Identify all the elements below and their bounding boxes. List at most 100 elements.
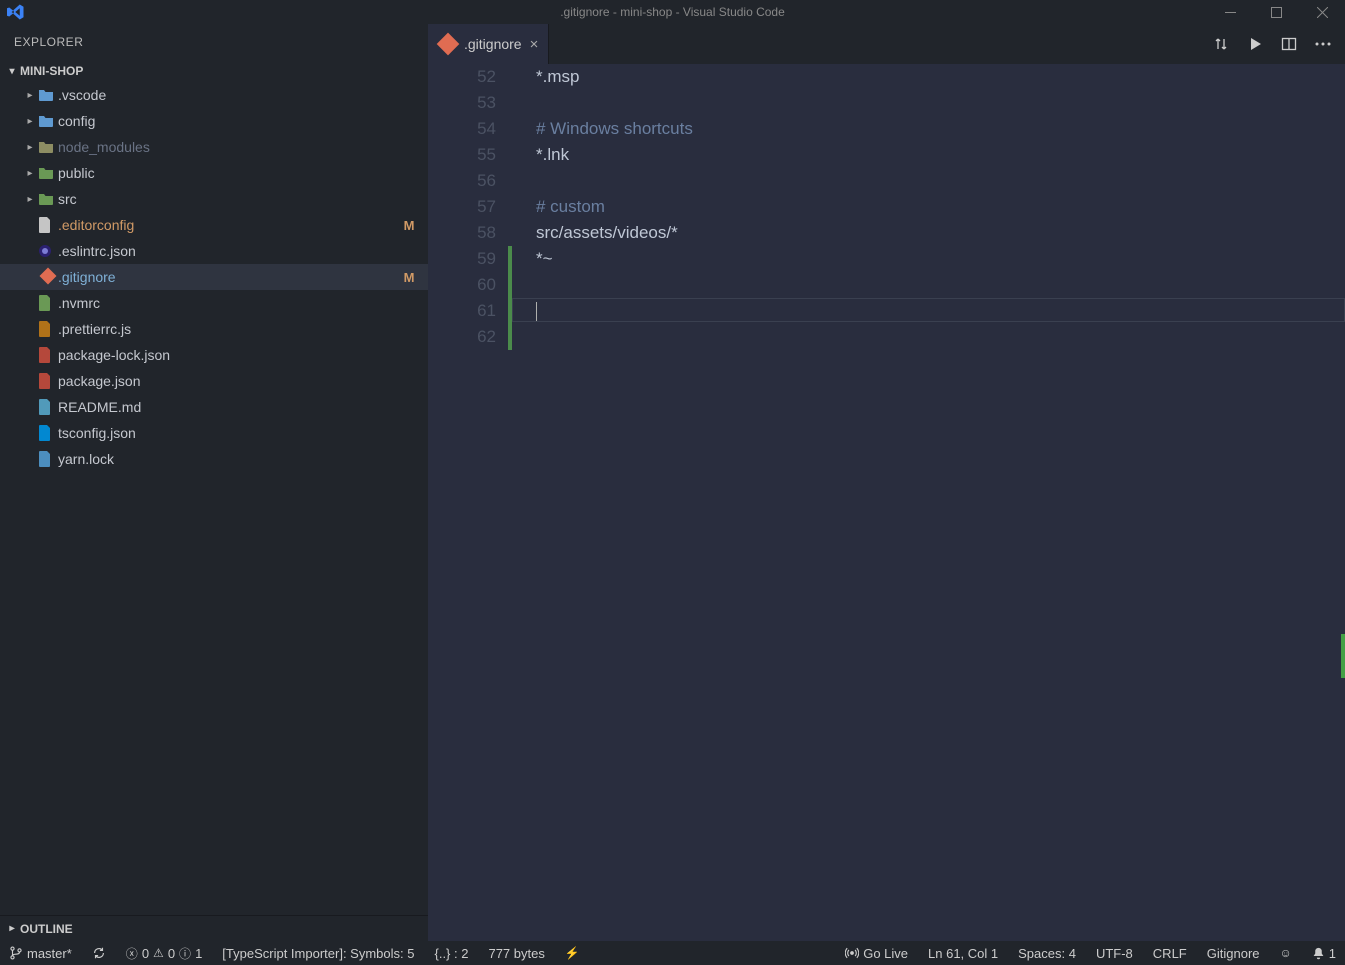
minimap-diff-marker: [1341, 634, 1345, 678]
project-section-header[interactable]: ▾ MINI-SHOP: [0, 60, 428, 82]
code-line: [536, 90, 1345, 116]
code-line: [536, 272, 1345, 298]
code-editor[interactable]: 5253545556575859606162 *.msp# Windows sh…: [428, 64, 1345, 941]
chevron-right-icon: ▸: [4, 923, 20, 934]
code-line: [536, 324, 1345, 350]
file-item[interactable]: tsconfig.json: [0, 420, 428, 446]
code-line: # custom: [536, 194, 1345, 220]
folder-item[interactable]: ▸src: [0, 186, 428, 212]
info-icon: ⓘ: [179, 945, 191, 962]
file-icon: [38, 295, 58, 311]
file-label: yarn.lock: [58, 451, 400, 467]
explorer-header: EXPLORER: [0, 24, 428, 60]
code-lines: *.msp# Windows shortcuts*.lnk# customsrc…: [512, 64, 1345, 941]
go-live-status[interactable]: Go Live: [842, 941, 911, 965]
file-label: .editorconfig: [58, 217, 400, 233]
chevron-right-icon: ▸: [22, 90, 38, 101]
close-tab-icon[interactable]: ×: [530, 36, 539, 53]
file-label: .gitignore: [58, 269, 400, 285]
file-item[interactable]: .editorconfigM: [0, 212, 428, 238]
file-item[interactable]: package-lock.json: [0, 342, 428, 368]
eol-status[interactable]: CRLF: [1150, 941, 1190, 965]
smiley-icon: ☺: [1280, 946, 1292, 960]
indentation-status[interactable]: Spaces: 4: [1015, 941, 1079, 965]
split-editor-icon[interactable]: [1281, 36, 1297, 52]
folder-icon: [38, 192, 58, 206]
code-line: *.msp: [536, 64, 1345, 90]
notifications-status[interactable]: 1: [1309, 941, 1339, 965]
minimize-button[interactable]: [1207, 0, 1253, 24]
file-item[interactable]: .eslintrc.json: [0, 238, 428, 264]
file-item[interactable]: package.json: [0, 368, 428, 394]
file-item[interactable]: .nvmrc: [0, 290, 428, 316]
outline-section-header[interactable]: ▸ OUTLINE: [0, 915, 428, 941]
vscode-logo-icon: [6, 2, 26, 22]
file-icon: [38, 451, 58, 467]
file-size-status[interactable]: 777 bytes: [485, 941, 547, 965]
bell-icon: [1312, 947, 1325, 960]
compare-changes-icon[interactable]: [1213, 36, 1229, 52]
file-item[interactable]: .prettierrc.js: [0, 316, 428, 342]
code-line: *.lnk: [536, 142, 1345, 168]
sync-status[interactable]: [89, 941, 109, 965]
file-icon: [38, 244, 58, 258]
file-label: public: [58, 165, 400, 181]
code-line: [536, 168, 1345, 194]
gitignore-file-icon: [437, 33, 460, 56]
file-icon: [38, 373, 58, 389]
language-mode-status[interactable]: Gitignore: [1204, 941, 1263, 965]
status-bar: master* ⓧ0 ⚠0 ⓘ1 [TypeScript Importer]: …: [0, 941, 1345, 965]
folder-icon: [38, 88, 58, 102]
folder-item[interactable]: ▸ config: [0, 108, 428, 134]
file-label: .prettierrc.js: [58, 321, 400, 337]
line-number-gutter: 5253545556575859606162: [428, 64, 508, 941]
warning-icon: ⚠: [153, 946, 164, 960]
folder-icon: [38, 140, 58, 154]
file-icon: [38, 270, 58, 285]
branch-name: master*: [27, 946, 72, 961]
tab-gitignore[interactable]: .gitignore ×: [428, 24, 549, 64]
file-item[interactable]: yarn.lock: [0, 446, 428, 472]
outline-label: OUTLINE: [20, 922, 73, 936]
window-title: .gitignore - mini-shop - Visual Studio C…: [560, 5, 785, 19]
title-bar: .gitignore - mini-shop - Visual Studio C…: [0, 0, 1345, 24]
git-branch-status[interactable]: master*: [6, 941, 75, 965]
problems-status[interactable]: ⓧ0 ⚠0 ⓘ1: [123, 941, 206, 965]
minimap[interactable]: [1329, 64, 1345, 941]
folder-item[interactable]: ▸node_modules: [0, 134, 428, 160]
chevron-right-icon: ▸: [22, 116, 38, 127]
folder-item[interactable]: ▸ public: [0, 160, 428, 186]
maximize-button[interactable]: [1253, 0, 1299, 24]
error-icon: ⓧ: [126, 945, 138, 962]
editor-actions: [1199, 24, 1345, 64]
chevron-right-icon: ▸: [22, 168, 38, 179]
file-icon: [38, 399, 58, 415]
prettier-status[interactable]: ⚡: [562, 941, 583, 965]
folder-icon: [38, 114, 58, 128]
file-label: package.json: [58, 373, 400, 389]
file-item[interactable]: .gitignoreM: [0, 264, 428, 290]
encoding-status[interactable]: UTF-8: [1093, 941, 1136, 965]
bracket-pair-status[interactable]: {..} : 2: [431, 941, 471, 965]
sync-icon: [92, 946, 106, 960]
more-actions-icon[interactable]: [1315, 42, 1331, 46]
file-item[interactable]: README.md: [0, 394, 428, 420]
run-icon[interactable]: [1247, 36, 1263, 52]
file-label: config: [58, 113, 400, 129]
project-name: MINI-SHOP: [20, 64, 83, 78]
file-label: package-lock.json: [58, 347, 400, 363]
file-label: .nvmrc: [58, 295, 400, 311]
folder-item[interactable]: ▸ .vscode: [0, 82, 428, 108]
close-button[interactable]: [1299, 0, 1345, 24]
chevron-down-icon: ▾: [4, 66, 20, 77]
file-label: .vscode: [58, 87, 400, 103]
file-label: tsconfig.json: [58, 425, 400, 441]
tab-label: .gitignore: [464, 36, 522, 52]
tab-bar: .gitignore ×: [428, 24, 1345, 64]
ts-importer-status[interactable]: [TypeScript Importer]: Symbols: 5: [219, 941, 417, 965]
cursor-position-status[interactable]: Ln 61, Col 1: [925, 941, 1001, 965]
folder-icon: [38, 166, 58, 180]
editor-area: .gitignore × 5253545556575859606162 *.ms…: [428, 24, 1345, 941]
branch-icon: [9, 946, 23, 960]
feedback-status[interactable]: ☺: [1277, 941, 1295, 965]
